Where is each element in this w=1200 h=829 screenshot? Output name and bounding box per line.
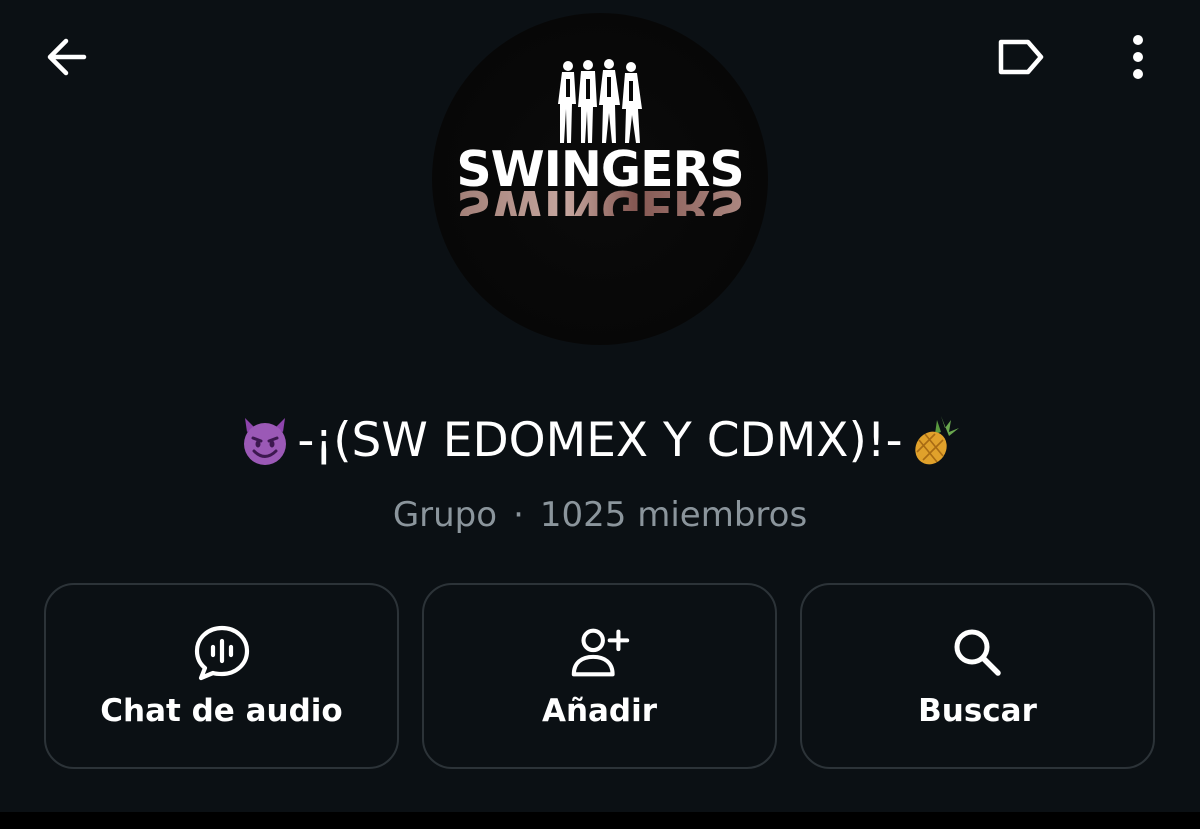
add-member-button[interactable]: Añadir bbox=[422, 583, 777, 769]
label-button[interactable] bbox=[982, 27, 1060, 87]
search-label: Buscar bbox=[918, 693, 1037, 729]
smiling-face-with-horns-icon bbox=[237, 412, 293, 468]
audio-chat-button[interactable]: Chat de audio bbox=[44, 583, 399, 769]
group-title: -¡(SW EDOMEX Y CDMX)!- bbox=[0, 405, 1200, 475]
search-icon bbox=[946, 621, 1010, 685]
more-vertical-icon bbox=[1133, 35, 1143, 79]
group-subtitle: Grupo · 1025 miembros bbox=[0, 490, 1200, 540]
audio-chat-icon bbox=[190, 621, 254, 685]
separator-dot: · bbox=[513, 495, 524, 535]
more-options-button[interactable] bbox=[1110, 25, 1166, 89]
member-count[interactable]: 1025 miembros bbox=[540, 495, 807, 535]
bottom-edge bbox=[0, 812, 1200, 829]
back-button[interactable] bbox=[30, 25, 102, 89]
add-person-icon bbox=[568, 621, 632, 685]
people-silhouettes-logo bbox=[558, 59, 642, 143]
group-title-text: -¡(SW EDOMEX Y CDMX)!- bbox=[297, 412, 903, 468]
label-tag-icon bbox=[998, 39, 1044, 75]
search-button[interactable]: Buscar bbox=[800, 583, 1155, 769]
group-info-screen: SWINGERS SWINGERS -¡(SW EDOMEX Y CDMX)!- bbox=[0, 0, 1200, 812]
add-member-label: Añadir bbox=[541, 693, 658, 729]
group-type: Grupo bbox=[392, 495, 498, 535]
logo-text-reflection: SWINGERS bbox=[432, 179, 768, 236]
arrow-left-icon bbox=[47, 38, 87, 76]
group-avatar[interactable]: SWINGERS SWINGERS bbox=[432, 13, 768, 345]
pineapple-icon bbox=[907, 412, 963, 468]
audio-chat-label: Chat de audio bbox=[100, 693, 343, 729]
